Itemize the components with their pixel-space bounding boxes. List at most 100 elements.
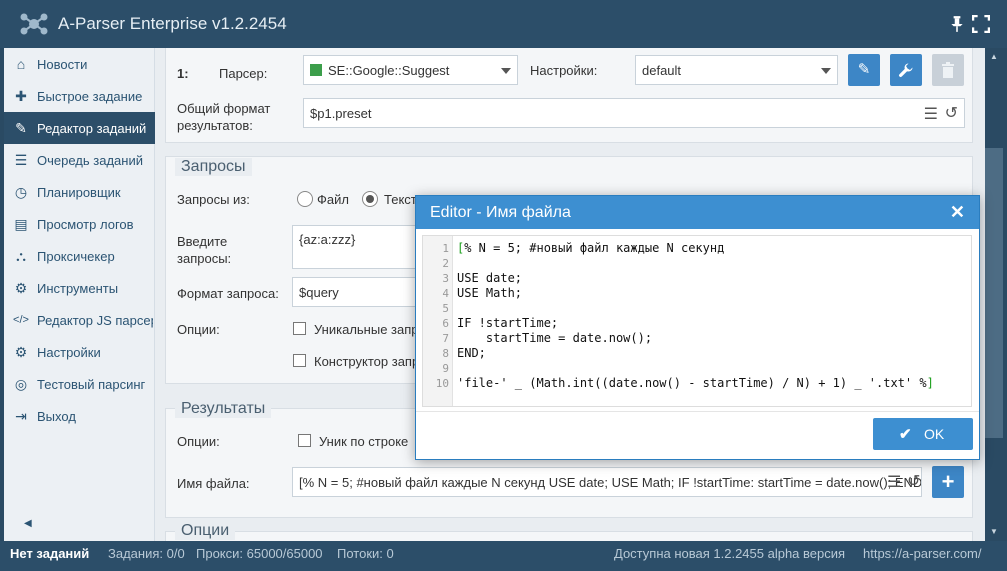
sidebar-item-label: Тестовый парсинг [37,377,146,392]
queries-options-label: Опции: [177,322,220,337]
tasks-count: Задания: 0/0 [108,546,185,561]
sidebar-item-3[interactable]: ☰ Очередь заданий [4,144,155,176]
close-icon[interactable]: ✕ [950,202,965,223]
line-number: 3 [442,272,449,285]
sidebar-item-label: Выход [37,409,76,424]
chevron-down-icon [501,68,511,74]
result-format-label: Общий формат результатов: [177,100,270,134]
sidebar-item-8[interactable]: </> Редактор JS парсеров [4,304,155,336]
radio-file-label: Файл [317,192,349,207]
unique-queries-checkbox[interactable] [293,322,306,335]
code-text: END; [457,346,486,360]
line-number: 1 [442,242,449,255]
list-icon[interactable]: ☰ [924,104,938,124]
scrollbar-thumb[interactable] [985,148,1003,438]
query-format-label: Формат запроса: [177,286,279,301]
editor-modal: Editor - Имя файла ✕ 1 [% N = 5; #новый ф… [415,195,980,460]
google-icon [310,64,322,76]
pencil-icon: ✎ [15,120,27,136]
wrench-icon [899,63,913,77]
gears-icon: ⚙ [14,280,28,296]
code-bracket: ] [926,376,934,390]
filename-input[interactable]: [% N = 5; #новый файл каждые N секунд US… [292,467,922,497]
editor-modal-footer: ✔ OK [416,411,979,459]
settings-select[interactable]: default [635,55,838,85]
line-number: 2 [442,257,449,270]
check-icon: ✔ [899,426,912,443]
queries-textarea[interactable]: {az:a:zzz} [292,225,422,269]
sidebar-item-label: Очередь заданий [37,153,143,168]
options-section-title: Опции [175,522,236,540]
code-line: startTime = date.now(); [457,331,652,346]
sidebar-item-2[interactable]: ✎ Редактор заданий [4,112,155,144]
results-options-label: Опции: [177,434,220,449]
ok-button[interactable]: ✔ OK [873,418,973,450]
no-tasks-status: Нет заданий [10,546,90,561]
code-editor[interactable]: 1 [% N = 5; #новый файл каждые N секунд 2 3… [422,235,972,407]
sidebar-item-11[interactable]: ⇥ Выход [4,400,155,432]
list-icon: ☰ [14,152,28,168]
sidebar: ⌂ Новости ✚ Быстрое задание ✎ Редактор задани… [4,48,155,541]
filename-value: [% N = 5; #новый файл каждые N секунд US… [299,475,922,490]
sidebar-item-1[interactable]: ✚ Быстрое задание [4,80,155,112]
sign-out-icon: ⇥ [15,408,27,424]
edit-button[interactable]: ✎ [848,54,880,86]
enter-queries-label: Введите запросы: [177,233,231,267]
title-bar: A-Parser Enterprise v1.2.2454 [0,0,1007,48]
chevron-down-icon [821,68,831,74]
scroll-down-icon[interactable]: ▼ [990,527,998,536]
sidebar-item-6[interactable]: ⛬ Проксичекер [4,240,155,272]
add-button[interactable]: + [932,466,964,498]
sidebar-item-label: Планировщик [37,185,121,200]
sidebar-item-7[interactable]: ⚙ Инструменты [4,272,155,304]
enter-queries-label-line2: запросы: [177,251,232,266]
line-number: 10 [435,377,449,390]
target-icon: ◎ [14,376,28,392]
sidebar-item-5[interactable]: ▤ Просмотр логов [4,208,155,240]
wrench-button[interactable] [890,54,922,86]
unique-by-line-checkbox[interactable] [298,434,311,447]
line-number: 4 [442,287,449,300]
radio-file[interactable] [297,191,313,207]
query-format-input[interactable]: $query [292,277,422,307]
site-link[interactable]: https://a-parser.com/ [863,546,982,561]
update-available-link[interactable]: Доступна новая 1.2.2455 alpha версия [614,546,845,561]
code-text: IF !startTime; [457,316,559,330]
code-line: USE Math; [457,286,522,301]
parser-panel: 1: Парсер: SE::Google::Suggest Настройки… [165,48,973,143]
code-line: IF !startTime; [457,316,558,331]
filename-label: Имя файла: [177,476,250,491]
sidebar-item-4[interactable]: ◷ Планировщик [4,176,155,208]
puzzle-icon: ✚ [15,88,27,104]
line-number: 5 [442,302,449,315]
list-icon[interactable]: ☰ [887,472,901,492]
result-format-label-line1: Общий формат [177,101,271,116]
sidebar-item-0[interactable]: ⌂ Новости [4,48,155,80]
undo-icon[interactable]: ↺ [945,103,958,123]
line-number: 8 [442,347,449,360]
undo-icon[interactable]: ↺ [907,471,920,491]
code-icon: </> [13,314,29,326]
queries-from-label: Запросы из: [177,192,250,207]
sidebar-item-label: Инструменты [37,281,119,296]
sidebar-item-10[interactable]: ◎ Тестовый парсинг [4,368,155,400]
code-text: % N = 5; #новый файл каждые N секунд [464,241,725,255]
parser-select[interactable]: SE::Google::Suggest [303,55,518,85]
query-constructor-checkbox[interactable] [293,354,306,367]
line-number: 9 [442,362,449,375]
home-icon: ⌂ [16,56,26,72]
parser-label: Парсер: [219,66,268,81]
pin-icon[interactable] [948,15,966,33]
queries-section-title: Запросы [175,158,252,176]
fullscreen-icon[interactable] [972,15,990,33]
scroll-up-icon[interactable]: ▲ [990,52,998,61]
app-logo-icon [20,13,48,35]
delete-button[interactable] [932,54,964,86]
sidebar-item-9[interactable]: ⚙ Настройки [4,336,155,368]
code-line: [% N = 5; #новый файл каждые N секунд [457,241,724,256]
radio-text[interactable] [362,191,378,207]
code-text: startTime = date.now(); [457,331,653,345]
collapse-sidebar-icon[interactable]: ◀ [24,518,32,529]
result-format-input[interactable]: $p1.preset ☰ ↺ [303,98,965,128]
proxies-count: Прокси: 65000/65000 [196,546,323,561]
